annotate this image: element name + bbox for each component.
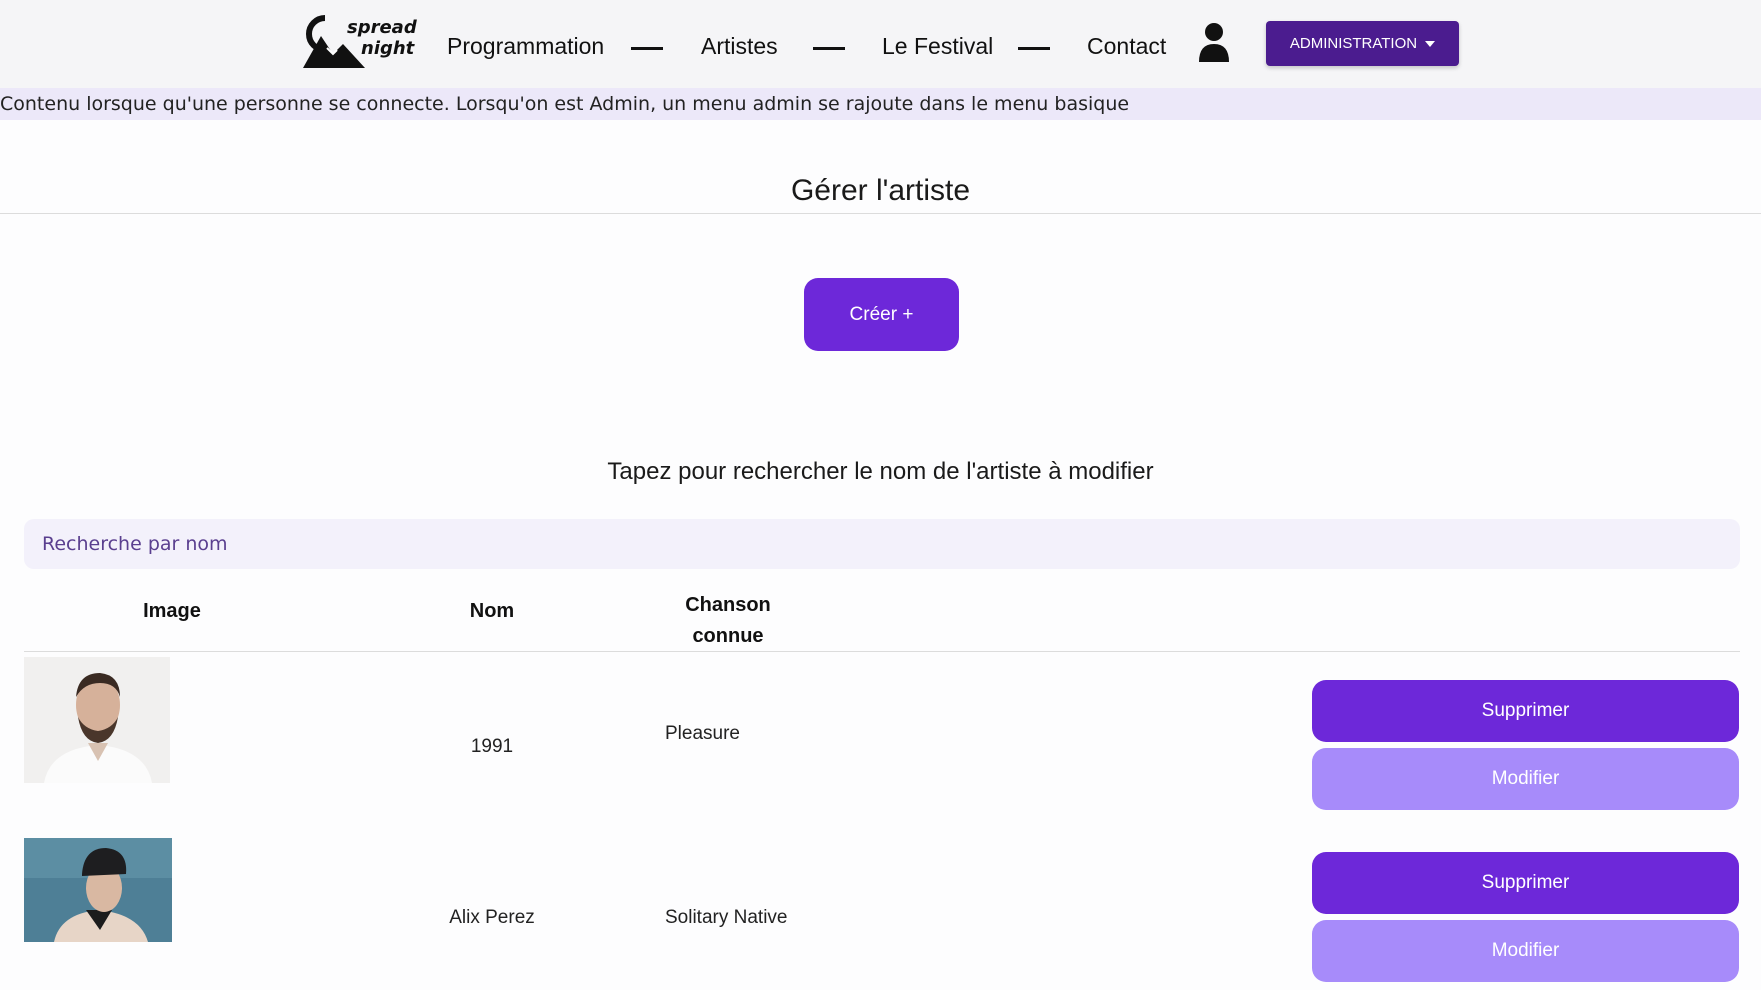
user-icon[interactable] bbox=[1198, 22, 1230, 64]
nav-separator bbox=[1018, 47, 1050, 50]
artist-name: Alix Perez bbox=[449, 907, 535, 928]
top-navbar: spread night Programmation Artistes Le F… bbox=[0, 0, 1761, 88]
spread-night-logo[interactable]: spread night bbox=[303, 14, 419, 70]
administration-label: Administration bbox=[1289, 35, 1418, 52]
search-instructions: Tapez pour rechercher le nom de l'artist… bbox=[607, 458, 1154, 485]
svg-text:night: night bbox=[361, 38, 416, 59]
edit-artist-button[interactable]: Modifier bbox=[1312, 920, 1739, 982]
svg-text:spread: spread bbox=[347, 17, 418, 38]
artist-song: Pleasure bbox=[665, 723, 740, 744]
nav-artistes[interactable]: Artistes bbox=[701, 33, 778, 60]
nav-programmation[interactable]: Programmation bbox=[447, 33, 604, 60]
delete-artist-button[interactable]: Supprimer bbox=[1312, 852, 1739, 914]
artist-song: Solitary Native bbox=[665, 907, 788, 928]
artist-photo bbox=[24, 657, 170, 783]
create-artist-button[interactable]: Créer + bbox=[804, 278, 959, 351]
search-input[interactable] bbox=[24, 519, 1740, 569]
artist-name: 1991 bbox=[470, 736, 514, 757]
column-header-image: Image bbox=[143, 600, 201, 622]
artist-photo bbox=[24, 838, 172, 942]
administration-dropdown-button[interactable]: Administration bbox=[1266, 21, 1459, 66]
nav-separator bbox=[813, 47, 845, 50]
caret-down-icon bbox=[1425, 40, 1436, 47]
connection-notice: Contenu lorsque qu'une personne se conne… bbox=[0, 88, 1761, 120]
edit-artist-button[interactable]: Modifier bbox=[1312, 748, 1739, 810]
table-header-divider bbox=[24, 651, 1740, 652]
nav-contact[interactable]: Contact bbox=[1087, 33, 1166, 60]
nav-separator bbox=[631, 47, 663, 50]
divider bbox=[0, 213, 1761, 214]
page-title: Gérer l'artiste bbox=[790, 174, 971, 207]
column-header-nom: Nom bbox=[469, 600, 515, 622]
delete-artist-button[interactable]: Supprimer bbox=[1312, 680, 1739, 742]
column-header-chanson: Chanson connue bbox=[685, 594, 771, 647]
nav-le-festival[interactable]: Le Festival bbox=[882, 33, 993, 60]
logo-mark-icon: spread night bbox=[303, 15, 418, 68]
